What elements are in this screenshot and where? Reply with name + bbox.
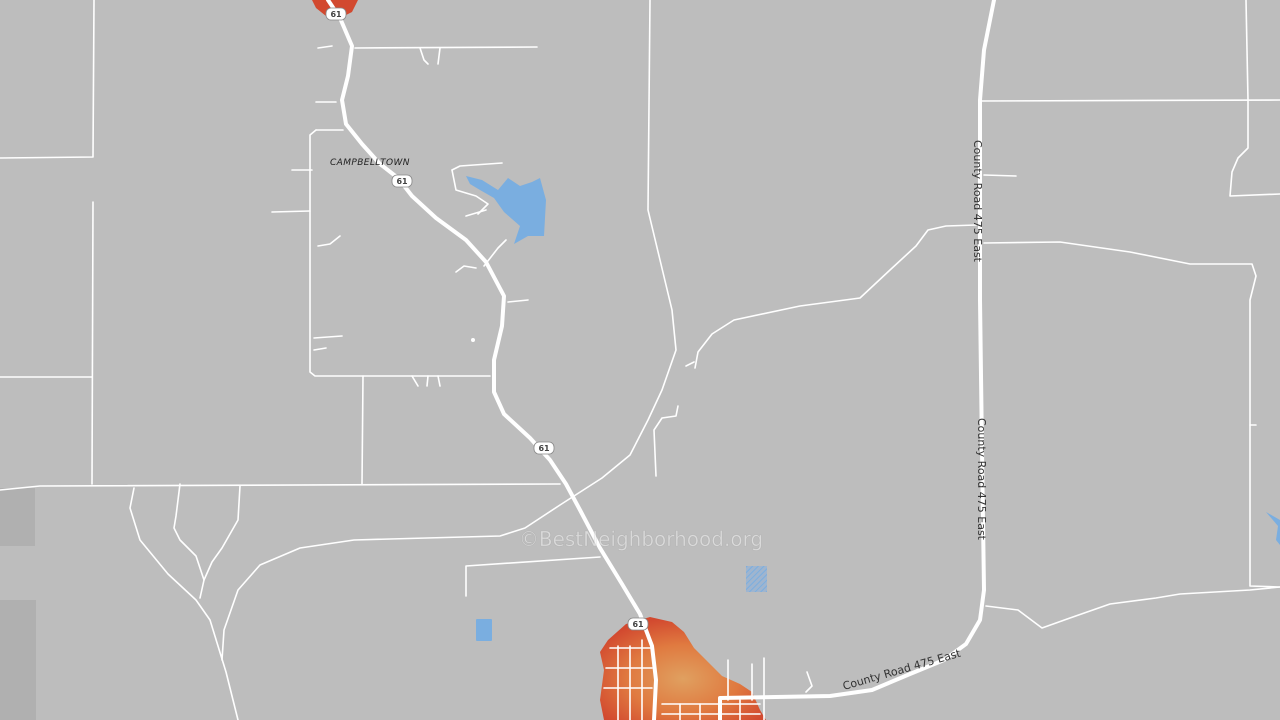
svg-text:61: 61	[396, 177, 408, 186]
highway-61-shield: 61	[391, 174, 413, 188]
place-label-campbelltown: CAMPBELLTOWN	[330, 158, 410, 168]
map-canvas[interactable]: 61 61 61 61 CAMPBELLTOWN County Road 475…	[0, 0, 1280, 720]
svg-text:61: 61	[632, 620, 644, 629]
wetland	[746, 566, 767, 592]
pond	[476, 619, 492, 641]
lake	[466, 176, 546, 244]
svg-text:61: 61	[330, 10, 342, 19]
lake-east	[1266, 512, 1280, 545]
road-label-county-road-vertical-south: County Road 475 East	[975, 418, 988, 541]
road-label-county-road-horizontal: County Road 475 East	[841, 647, 963, 693]
major-roads	[326, 0, 996, 720]
map-layer: 61 61 61 61 CAMPBELLTOWN County Road 475…	[0, 0, 1280, 720]
county-road-475-east	[718, 0, 996, 720]
road-label-county-road-vertical-north: County Road 475 East	[971, 140, 984, 263]
land-block	[0, 600, 36, 720]
highway-61-shield: 61	[533, 441, 555, 455]
watermark: ©BestNeighborhood.org	[519, 527, 763, 551]
land-block	[0, 488, 35, 546]
highway-61-shield: 61	[627, 617, 649, 631]
highway-61-shield: 61	[325, 7, 347, 21]
svg-text:61: 61	[538, 444, 550, 453]
highway-61	[326, 0, 658, 720]
